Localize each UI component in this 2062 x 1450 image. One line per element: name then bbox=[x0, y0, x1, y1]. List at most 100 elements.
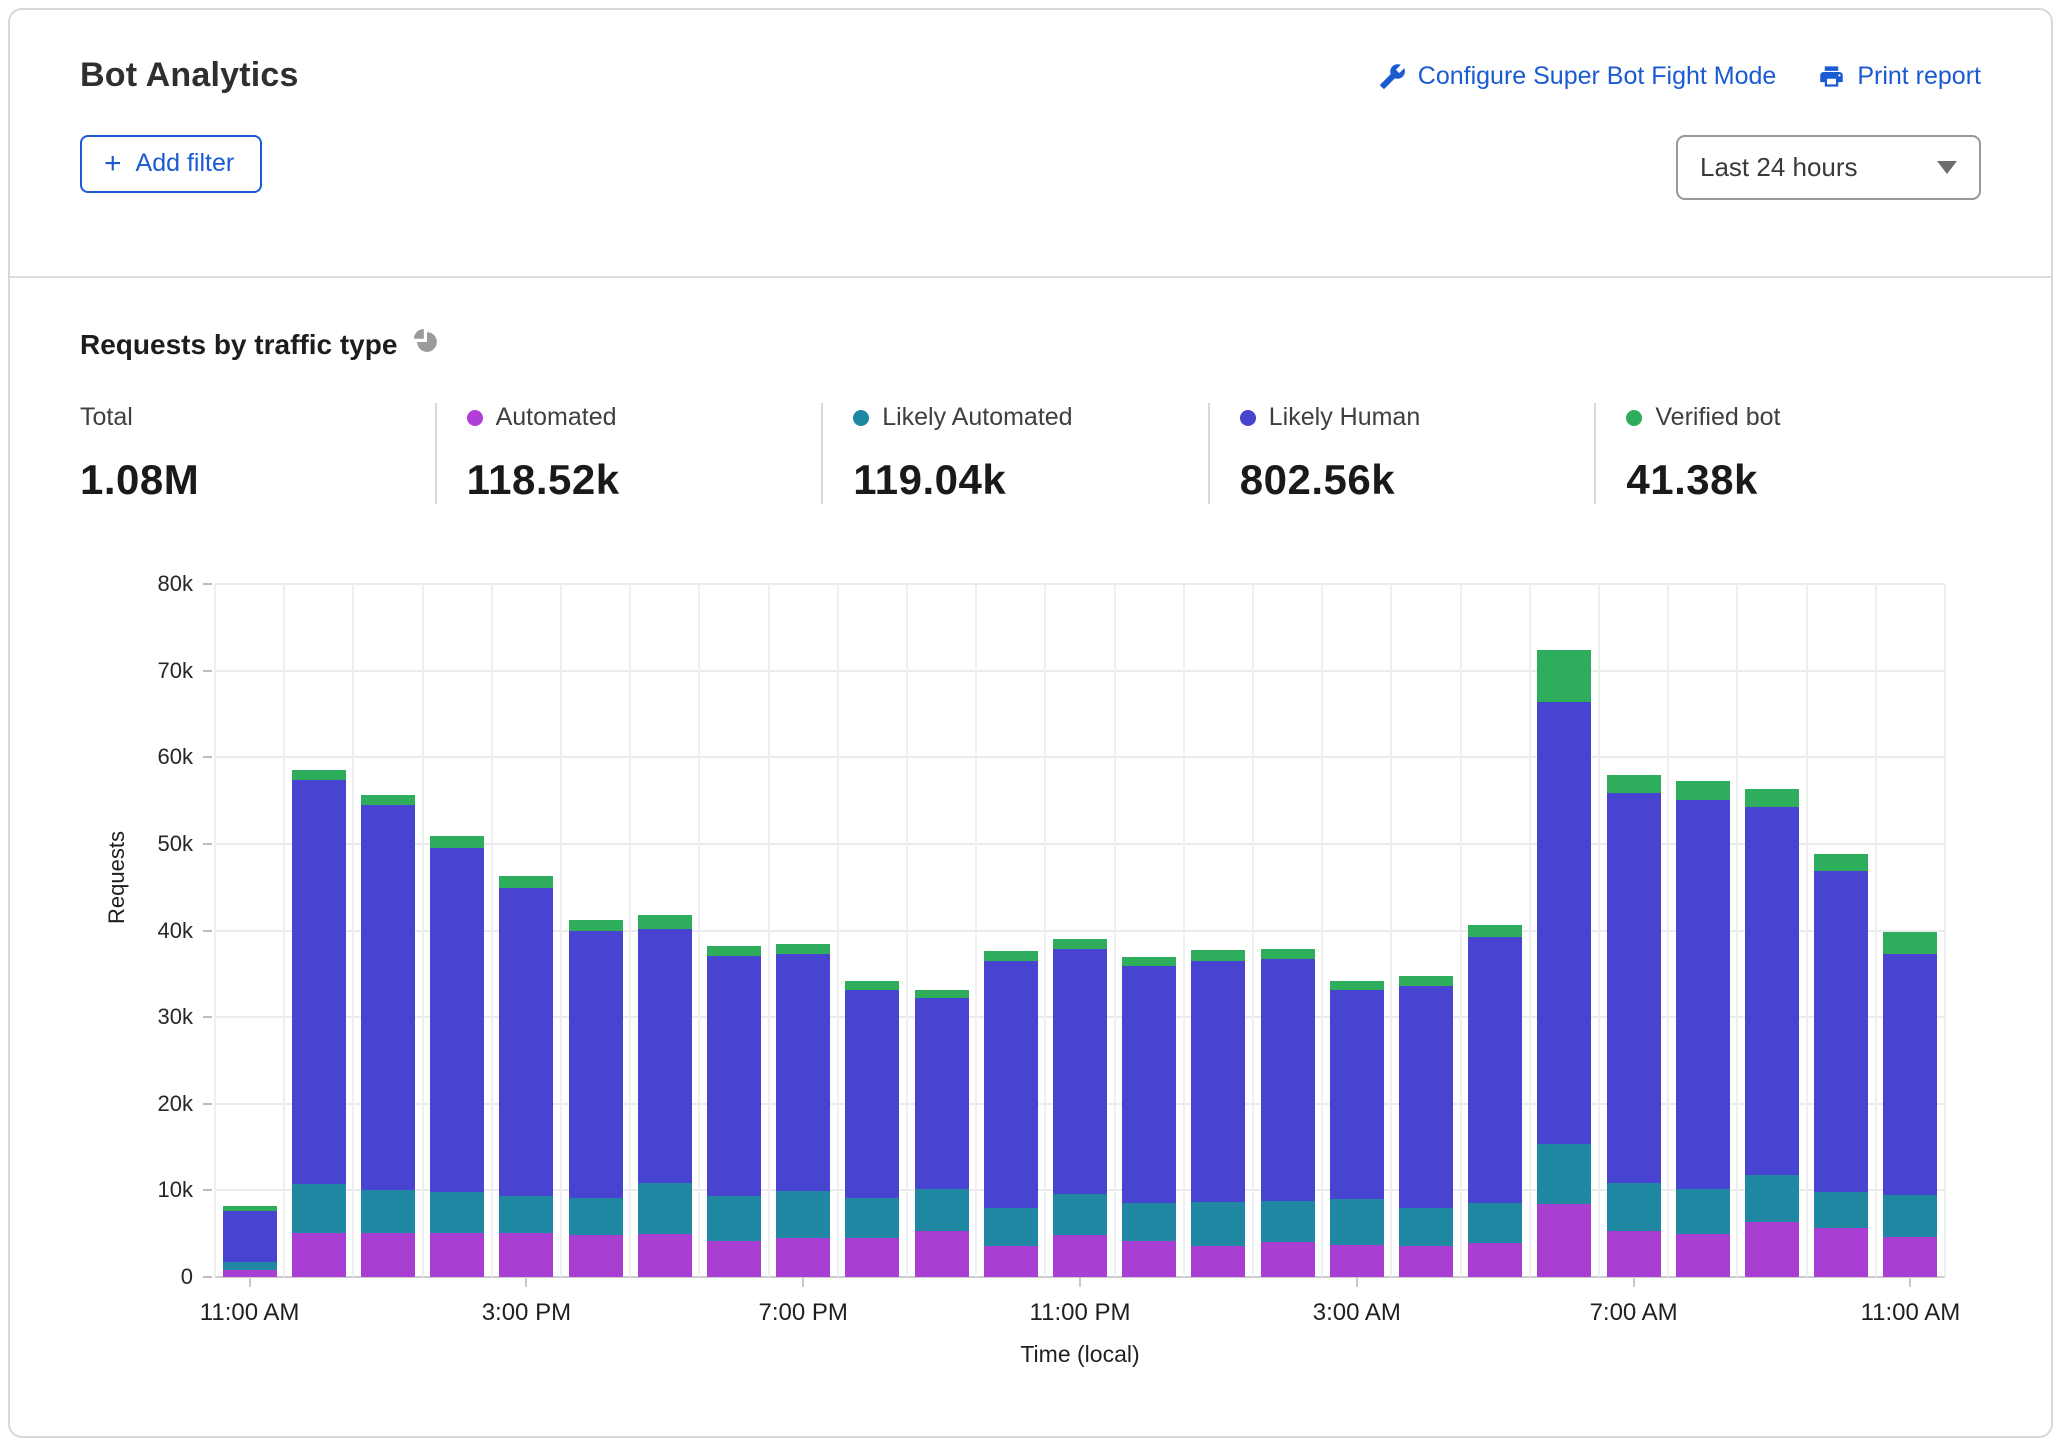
bar-segment-automated[interactable] bbox=[1814, 1228, 1868, 1277]
bar-segment-likely-human[interactable] bbox=[1261, 959, 1315, 1201]
bar-segment-automated[interactable] bbox=[223, 1270, 277, 1277]
time-range-select[interactable]: Last 24 hours bbox=[1676, 135, 1981, 200]
bar-segment-automated[interactable] bbox=[1053, 1235, 1107, 1277]
bar-slot[interactable] bbox=[1053, 584, 1107, 1277]
bar-segment-likely-human[interactable] bbox=[638, 929, 692, 1184]
bar-segment-automated[interactable] bbox=[1676, 1234, 1730, 1277]
bar-segment-likely-human[interactable] bbox=[915, 998, 969, 1189]
bar-segment-verified-bot[interactable] bbox=[361, 795, 415, 805]
bar-slot[interactable] bbox=[1122, 584, 1176, 1277]
bar-slot[interactable] bbox=[1537, 584, 1591, 1277]
bar-segment-likely-automated[interactable] bbox=[292, 1184, 346, 1233]
bar-segment-likely-human[interactable] bbox=[223, 1211, 277, 1262]
bar-segment-verified-bot[interactable] bbox=[292, 770, 346, 780]
bar-slot[interactable] bbox=[915, 584, 969, 1277]
bar-slot[interactable] bbox=[638, 584, 692, 1277]
bar-segment-likely-human[interactable] bbox=[1330, 990, 1384, 1199]
bar-segment-automated[interactable] bbox=[499, 1233, 553, 1277]
bar-segment-likely-automated[interactable] bbox=[1330, 1199, 1384, 1245]
bar-segment-automated[interactable] bbox=[1468, 1243, 1522, 1277]
bar-segment-likely-automated[interactable] bbox=[1261, 1201, 1315, 1243]
bar-segment-likely-human[interactable] bbox=[361, 805, 415, 1190]
bar-segment-verified-bot[interactable] bbox=[845, 981, 899, 991]
bar-segment-likely-human[interactable] bbox=[1399, 986, 1453, 1208]
bar-segment-likely-automated[interactable] bbox=[915, 1189, 969, 1231]
bar-segment-automated[interactable] bbox=[1745, 1222, 1799, 1277]
bar-segment-likely-automated[interactable] bbox=[1399, 1208, 1453, 1246]
print-report-link[interactable]: Print report bbox=[1818, 62, 1981, 91]
bar-segment-likely-human[interactable] bbox=[776, 954, 830, 1191]
bar-segment-automated[interactable] bbox=[1191, 1246, 1245, 1277]
bar-segment-likely-automated[interactable] bbox=[1676, 1189, 1730, 1234]
bar-segment-likely-automated[interactable] bbox=[1814, 1192, 1868, 1228]
bar-segment-automated[interactable] bbox=[707, 1241, 761, 1277]
bar-segment-automated[interactable] bbox=[776, 1238, 830, 1277]
bar-segment-likely-human[interactable] bbox=[1814, 871, 1868, 1192]
bar-segment-likely-human[interactable] bbox=[845, 990, 899, 1198]
bar-segment-likely-automated[interactable] bbox=[1537, 1144, 1591, 1204]
bar-segment-likely-automated[interactable] bbox=[638, 1183, 692, 1233]
bar-segment-verified-bot[interactable] bbox=[1261, 949, 1315, 959]
bar-slot[interactable] bbox=[984, 584, 1038, 1277]
bar-slot[interactable] bbox=[707, 584, 761, 1277]
bar-segment-verified-bot[interactable] bbox=[1814, 854, 1868, 870]
bar-segment-automated[interactable] bbox=[361, 1233, 415, 1277]
bar-segment-automated[interactable] bbox=[1883, 1237, 1937, 1277]
bar-segment-likely-automated[interactable] bbox=[1883, 1195, 1937, 1237]
bar-segment-verified-bot[interactable] bbox=[430, 836, 484, 848]
bar-segment-verified-bot[interactable] bbox=[499, 876, 553, 888]
bar-segment-automated[interactable] bbox=[430, 1233, 484, 1277]
bar-segment-verified-bot[interactable] bbox=[1468, 925, 1522, 936]
bar-segment-likely-human[interactable] bbox=[1191, 961, 1245, 1202]
bar-segment-automated[interactable] bbox=[845, 1238, 899, 1277]
bar-segment-verified-bot[interactable] bbox=[984, 951, 1038, 961]
bar-segment-likely-human[interactable] bbox=[1468, 937, 1522, 1204]
bar-segment-likely-automated[interactable] bbox=[1191, 1202, 1245, 1246]
bar-segment-likely-human[interactable] bbox=[1053, 949, 1107, 1194]
bar-segment-verified-bot[interactable] bbox=[1399, 976, 1453, 986]
bar-slot[interactable] bbox=[499, 584, 553, 1277]
bar-segment-likely-human[interactable] bbox=[1122, 966, 1176, 1203]
bar-segment-verified-bot[interactable] bbox=[569, 920, 623, 931]
bar-segment-likely-human[interactable] bbox=[707, 956, 761, 1196]
bar-segment-likely-automated[interactable] bbox=[1053, 1194, 1107, 1236]
bar-segment-likely-automated[interactable] bbox=[984, 1208, 1038, 1246]
bar-slot[interactable] bbox=[1330, 584, 1384, 1277]
bar-segment-likely-human[interactable] bbox=[1883, 954, 1937, 1195]
bar-segment-automated[interactable] bbox=[1261, 1242, 1315, 1277]
add-filter-button[interactable]: + Add filter bbox=[80, 135, 262, 193]
bar-segment-verified-bot[interactable] bbox=[1883, 932, 1937, 954]
bar-segment-likely-human[interactable] bbox=[1676, 800, 1730, 1189]
bar-slot[interactable] bbox=[1607, 584, 1661, 1277]
bar-segment-verified-bot[interactable] bbox=[1537, 650, 1591, 702]
configure-super-bot-fight-mode-link[interactable]: Configure Super Bot Fight Mode bbox=[1379, 62, 1777, 91]
bar-segment-automated[interactable] bbox=[1399, 1246, 1453, 1277]
bar-segment-likely-automated[interactable] bbox=[845, 1198, 899, 1238]
bar-slot[interactable] bbox=[223, 584, 277, 1277]
bar-segment-likely-automated[interactable] bbox=[707, 1196, 761, 1241]
bar-segment-automated[interactable] bbox=[1122, 1241, 1176, 1277]
bar-segment-verified-bot[interactable] bbox=[1053, 939, 1107, 949]
bar-segment-likely-automated[interactable] bbox=[569, 1198, 623, 1235]
bar-slot[interactable] bbox=[1191, 584, 1245, 1277]
bar-segment-likely-human[interactable] bbox=[1607, 793, 1661, 1184]
bar-segment-likely-automated[interactable] bbox=[223, 1262, 277, 1270]
bar-slot[interactable] bbox=[292, 584, 346, 1277]
bar-segment-likely-human[interactable] bbox=[1745, 807, 1799, 1175]
bar-slot[interactable] bbox=[430, 584, 484, 1277]
bar-segment-verified-bot[interactable] bbox=[1676, 781, 1730, 800]
bar-segment-likely-automated[interactable] bbox=[776, 1191, 830, 1238]
bar-segment-likely-human[interactable] bbox=[984, 961, 1038, 1208]
bar-segment-likely-human[interactable] bbox=[569, 931, 623, 1198]
bar-segment-automated[interactable] bbox=[1537, 1204, 1591, 1277]
bar-segment-likely-automated[interactable] bbox=[361, 1190, 415, 1233]
bar-slot[interactable] bbox=[776, 584, 830, 1277]
bar-segment-automated[interactable] bbox=[569, 1235, 623, 1277]
bar-segment-likely-automated[interactable] bbox=[1745, 1175, 1799, 1223]
bar-segment-verified-bot[interactable] bbox=[1745, 789, 1799, 806]
bar-segment-automated[interactable] bbox=[638, 1234, 692, 1277]
bar-segment-automated[interactable] bbox=[984, 1246, 1038, 1277]
bar-slot[interactable] bbox=[1883, 584, 1937, 1277]
bar-segment-automated[interactable] bbox=[915, 1231, 969, 1277]
bar-slot[interactable] bbox=[1814, 584, 1868, 1277]
